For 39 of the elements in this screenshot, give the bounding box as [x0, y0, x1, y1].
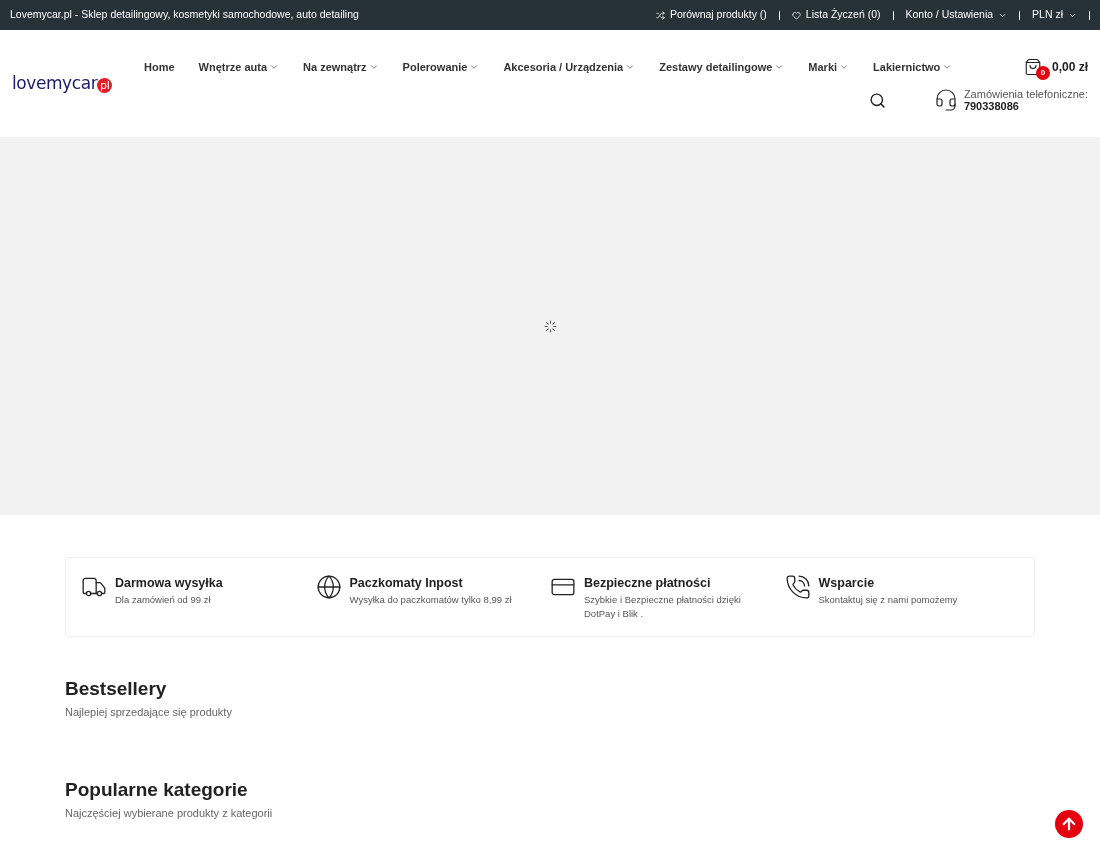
shuffle-icon	[655, 10, 665, 20]
nav-item[interactable]: Akcesoria / Urządzenia	[503, 58, 636, 76]
cart-total: 0,00 zł	[1051, 59, 1088, 76]
nav-item[interactable]: Wnętrze auta	[198, 58, 280, 76]
logo[interactable]: lovemycar pl	[12, 70, 113, 97]
heart-icon	[791, 10, 801, 20]
nav-item[interactable]: Home	[144, 58, 175, 76]
section-subtitle: Najczęściej wybierane produkty z kategorii	[65, 805, 274, 821]
feature-title: Darmowa wysyłka	[115, 575, 224, 592]
feature-text: Szybkie i Bezpieczne płatności dzięki DotPay i Blik .	[584, 592, 742, 621]
top-link[interactable]: PLN zł	[1020, 7, 1089, 23]
feature-text: Skontaktuj się z nami pomożemy	[818, 592, 959, 607]
bag-icon	[1023, 58, 1042, 76]
scroll-top-button[interactable]	[1055, 810, 1083, 838]
phone-icon	[784, 574, 811, 600]
tagline: Lovemycar.pl - Sklep detailingowy, kosmetyki samochodowe, auto detailing	[10, 7, 359, 23]
headset-icon	[933, 88, 958, 112]
loading-spinner-icon	[543, 319, 557, 333]
phone-label: Zamówienia telefoniczne:	[963, 88, 1088, 100]
feature-title: Bezpieczne płatności	[584, 575, 712, 592]
top-link[interactable]: Konto / Ustawienia	[893, 7, 1020, 23]
nav-item[interactable]: Zestawy detailingowe	[659, 58, 785, 76]
globe-icon	[315, 574, 342, 600]
section-title: Popularne kategorie	[65, 778, 249, 802]
section-title: Bestsellery	[65, 677, 168, 701]
phone-number: 790338086	[963, 100, 1020, 112]
feature-title: Wsparcie	[818, 575, 876, 592]
search-icon[interactable]	[868, 91, 886, 109]
nav-item[interactable]: Polerowanie	[402, 58, 480, 76]
feature-title: Paczkomaty Inpost	[349, 575, 464, 592]
nav-item[interactable]: Na zewnątrz	[303, 58, 379, 76]
feature-text: Dla zamówień od 99 zł	[115, 592, 212, 607]
top-link[interactable]: Lista Życzeń (0)	[779, 7, 893, 23]
nav-item[interactable]: Lakiernictwo	[873, 58, 953, 76]
section-subtitle: Najlepiej sprzedające się produkty	[65, 704, 233, 720]
cart-count: 0	[1035, 66, 1050, 80]
top-link[interactable]: Porównaj produkty ()	[643, 7, 779, 23]
feature-text: Wysyłka do paczkomatów tylko 8,99 zł	[349, 592, 513, 607]
nav-item[interactable]: Marki	[808, 58, 850, 76]
